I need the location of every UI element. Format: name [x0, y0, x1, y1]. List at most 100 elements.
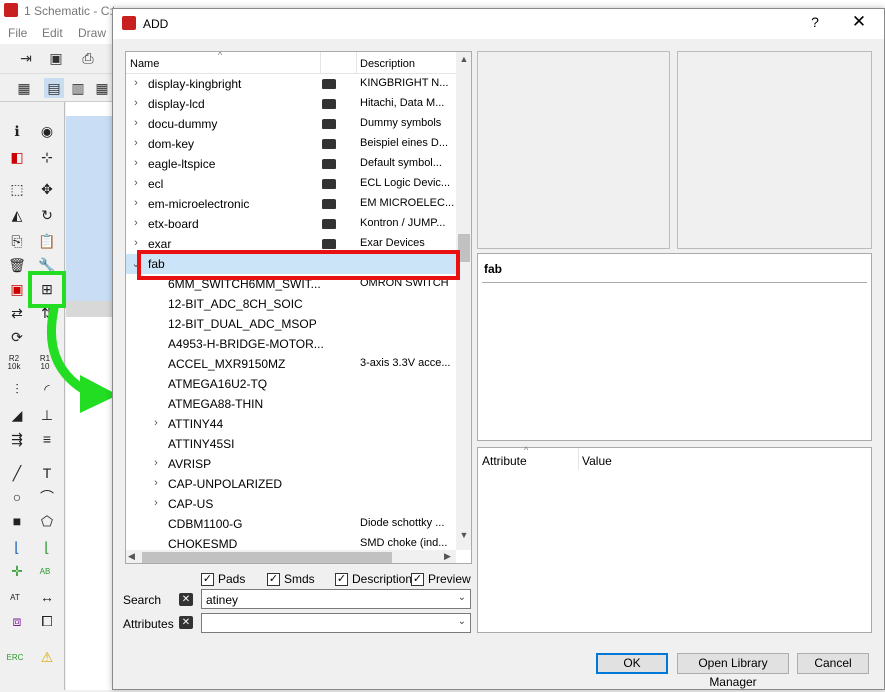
device-row[interactable]: › AVRISP — [126, 454, 456, 474]
polygon-icon[interactable]: ⬠ — [36, 510, 58, 532]
library-row[interactable]: › eagle-ltspice Default symbol... — [126, 154, 456, 174]
layout-alt2-icon[interactable]: ▦ — [92, 78, 112, 98]
layout-icon[interactable]: ▤ — [44, 78, 64, 98]
grid-icon[interactable]: ▦ — [14, 78, 34, 98]
search-dropdown-icon[interactable]: ⌄ — [458, 592, 466, 603]
pads-check-icon[interactable]: ✓ — [201, 572, 214, 586]
library-row[interactable]: › dom-key Beispiel eines D... — [126, 134, 456, 154]
print-icon[interactable]: ⎙ — [78, 48, 98, 68]
copy-icon[interactable]: ⎘ — [6, 230, 28, 252]
warning-icon[interactable]: ⚠ — [36, 646, 58, 668]
column-value[interactable]: Value — [582, 454, 612, 468]
move-icon[interactable]: ✥ — [36, 178, 58, 200]
device-row[interactable]: CDBM1100-G Diode schottky ... — [126, 514, 456, 534]
preview-check-icon[interactable]: ✓ — [411, 572, 424, 586]
junction-icon[interactable]: ✛ — [6, 560, 28, 582]
select-icon[interactable]: ⬚ — [6, 178, 28, 200]
library-row[interactable]: › docu-dummy Dummy symbols — [126, 114, 456, 134]
description-checkbox[interactable]: ✓ Description — [335, 571, 412, 587]
scroll-right-icon[interactable]: ▶ — [444, 551, 451, 562]
label-icon[interactable]: AB — [34, 560, 56, 582]
device-row[interactable]: › ATTINY44 — [126, 414, 456, 434]
menu-draw[interactable]: Draw — [78, 26, 106, 40]
info-icon[interactable]: ℹ — [6, 120, 28, 142]
arc-icon[interactable]: ⌒ — [36, 486, 58, 508]
chevron-right-icon[interactable]: › — [130, 217, 142, 229]
open-icon[interactable]: ⇥ — [16, 48, 36, 68]
pads-checkbox[interactable]: ✓ Pads — [201, 571, 245, 587]
rotate-icon[interactable]: ↻ — [36, 204, 58, 226]
library-row[interactable]: › ecl ECL Logic Devic... — [126, 174, 456, 194]
device-row[interactable]: ATMEGA16U2-TQ — [126, 374, 456, 394]
column-attribute[interactable]: Attribute — [482, 454, 527, 468]
preview-checkbox[interactable]: ✓ Preview — [411, 571, 471, 587]
tree-vertical-scrollbar[interactable]: ▲ ▼ — [456, 52, 471, 550]
wire-icon[interactable]: ⌊ — [6, 536, 28, 558]
split-icon[interactable]: ◢ — [6, 404, 28, 426]
smash-icon[interactable]: ⫶ — [6, 378, 28, 400]
bus-icon[interactable]: ≡ — [36, 428, 58, 450]
device-row[interactable]: › CAP-US — [126, 494, 456, 514]
smds-checkbox[interactable]: ✓ Smds — [267, 571, 315, 587]
text-icon[interactable]: T — [36, 462, 58, 484]
device-row[interactable]: CHOKESMD SMD choke (ind... — [126, 534, 456, 550]
cancel-button[interactable]: Cancel — [797, 653, 869, 674]
device-row[interactable]: ATTINY45SI — [126, 434, 456, 454]
library-row[interactable]: › em-microelectronic EM MICROELEC... — [126, 194, 456, 214]
attribute-icon[interactable]: AT — [4, 586, 26, 608]
paste-icon[interactable]: 📋 — [36, 230, 58, 252]
chevron-right-icon[interactable]: › — [130, 137, 142, 149]
chevron-right-icon[interactable]: › — [150, 477, 162, 489]
device-row[interactable]: › CAP-UNPOLARIZED — [126, 474, 456, 494]
frame-icon[interactable]: ⧈ — [6, 610, 28, 632]
add-part-icon[interactable]: ▣ — [6, 278, 28, 300]
column-name[interactable]: Name — [130, 58, 159, 70]
search-clear-icon[interactable]: ✕ — [179, 593, 193, 606]
swap-icon[interactable]: ⇄ — [6, 302, 28, 324]
mirror-icon[interactable]: ◭ — [6, 204, 28, 226]
device-row[interactable]: 12-BIT_ADC_8CH_SOIC — [126, 294, 456, 314]
layout-alt-icon[interactable]: ▥ — [68, 78, 88, 98]
attributes-clear-icon[interactable]: ✕ — [179, 616, 193, 629]
chevron-right-icon[interactable]: › — [130, 237, 142, 249]
menu-file[interactable]: File — [8, 26, 27, 40]
device-row[interactable]: 12-BIT_DUAL_ADC_MSOP — [126, 314, 456, 334]
search-input[interactable]: atiney ⌄ — [201, 589, 471, 609]
attributes-input[interactable]: ⌄ — [201, 613, 471, 633]
description-check-icon[interactable]: ✓ — [335, 572, 348, 586]
chevron-right-icon[interactable]: › — [130, 97, 142, 109]
rect-icon[interactable]: ■ — [6, 510, 28, 532]
net-icon[interactable]: ⌊ — [36, 536, 58, 558]
chevron-right-icon[interactable]: › — [130, 77, 142, 89]
eye-icon[interactable]: ◉ — [36, 120, 58, 142]
device-row[interactable]: ATMEGA88-THIN — [126, 394, 456, 414]
chevron-right-icon[interactable]: › — [150, 457, 162, 469]
help-button[interactable]: ? — [803, 14, 827, 34]
line-icon[interactable]: ╱ — [6, 462, 28, 484]
column-description[interactable]: Description — [360, 58, 415, 70]
chevron-right-icon[interactable]: › — [130, 157, 142, 169]
close-button[interactable]: ✕ — [847, 12, 871, 34]
library-row[interactable]: › etx-board Kontron / JUMP... — [126, 214, 456, 234]
device-row[interactable]: ACCEL_MXR9150MZ 3-axis 3.3V acce... — [126, 354, 456, 374]
chevron-right-icon[interactable]: › — [150, 497, 162, 509]
device-row[interactable]: A4953-H-BRIDGE-MOTOR... — [126, 334, 456, 354]
chevron-right-icon[interactable]: › — [130, 177, 142, 189]
hscroll-thumb[interactable] — [142, 552, 392, 563]
delete-icon[interactable]: 🗑 — [6, 254, 28, 276]
save-icon[interactable]: ▣ — [46, 48, 66, 68]
smds-check-icon[interactable]: ✓ — [267, 572, 280, 586]
name-icon[interactable]: R2 10k — [3, 352, 25, 374]
mark-icon[interactable]: ⊹ — [36, 146, 58, 168]
tree-horizontal-scrollbar[interactable]: ◀ ▶ — [126, 550, 456, 563]
erc-icon[interactable]: ERC — [4, 646, 26, 668]
pinswap-icon[interactable]: ⇶ — [6, 428, 28, 450]
scroll-left-icon[interactable]: ◀ — [128, 551, 135, 562]
module-icon[interactable]: ⧠ — [36, 610, 58, 632]
dimension-icon[interactable]: ↔ — [36, 586, 58, 608]
chevron-right-icon[interactable]: › — [130, 117, 142, 129]
menu-edit[interactable]: Edit — [42, 26, 63, 40]
chevron-right-icon[interactable]: › — [150, 417, 162, 429]
library-row[interactable]: › display-lcd Hitachi, Data M... — [126, 94, 456, 114]
ok-button[interactable]: OK — [596, 653, 668, 674]
